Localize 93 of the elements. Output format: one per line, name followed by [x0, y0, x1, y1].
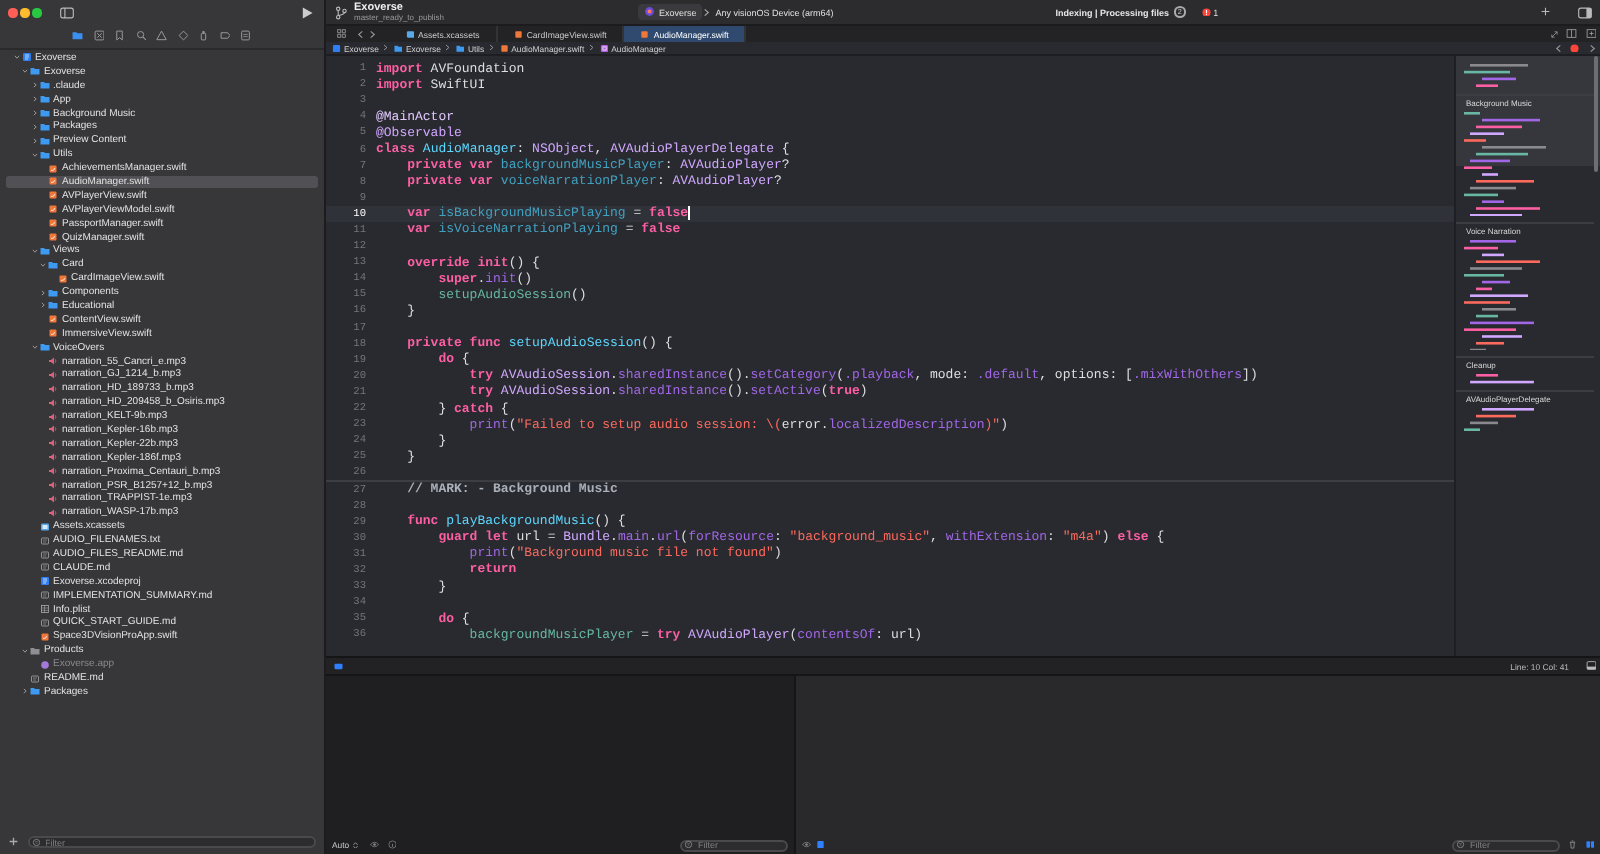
swift-file-icon [48, 190, 58, 201]
document-icon [39, 590, 49, 601]
disclosure-icon[interactable] [31, 123, 38, 130]
swift-file-icon [48, 218, 58, 229]
disclosure-icon[interactable] [22, 647, 29, 654]
table-file-icon [39, 604, 49, 615]
minimap-drawing [1464, 239, 1540, 351]
error-icon [1202, 7, 1212, 17]
project-file-icon [21, 52, 31, 63]
app-icon [39, 659, 49, 670]
minimize-button[interactable] [20, 8, 29, 18]
disclosure-icon[interactable] [22, 68, 29, 75]
output-toggle-icon[interactable] [815, 840, 824, 850]
source-control-icon[interactable] [93, 30, 105, 42]
disclosure-icon[interactable] [40, 289, 47, 296]
disclosure-icon[interactable] [40, 302, 47, 309]
eye-icon[interactable] [370, 840, 380, 850]
class-icon [599, 43, 609, 53]
speaker-icon [48, 438, 58, 449]
app-icon [644, 6, 655, 18]
grid-icon[interactable] [336, 28, 347, 40]
forward-icon[interactable] [368, 29, 377, 39]
search-icon[interactable] [135, 30, 147, 42]
swift-file-icon [48, 328, 58, 339]
disclosure-icon[interactable] [31, 82, 38, 89]
minimap-drawing [1464, 64, 1528, 87]
speaker-icon [48, 383, 58, 394]
forward-icon[interactable] [1587, 43, 1596, 53]
disclosure-icon[interactable] [31, 247, 38, 254]
trash-icon[interactable] [1568, 840, 1577, 850]
breakpoint-icon[interactable] [219, 30, 231, 42]
branch-icon [334, 5, 348, 19]
inspector-toggle-icon[interactable] [1578, 5, 1592, 19]
expand-icon[interactable] [1549, 29, 1558, 39]
close-button[interactable] [8, 8, 17, 18]
add-icon[interactable] [1539, 6, 1550, 18]
swift-file-icon [48, 314, 58, 325]
add-editor-icon[interactable] [1585, 28, 1596, 40]
swift-file-icon [39, 631, 49, 642]
split-panel-icon[interactable] [1585, 840, 1594, 850]
panel-toggle-icon[interactable] [1585, 660, 1596, 672]
swift-file-icon [57, 273, 67, 284]
project-file-icon [332, 43, 341, 53]
speaker-icon [48, 507, 58, 518]
eye-icon[interactable] [802, 840, 811, 850]
disclosure-icon[interactable] [31, 344, 38, 351]
error-icon[interactable] [1570, 43, 1579, 53]
folder-icon[interactable] [72, 30, 84, 42]
warning-icon[interactable] [156, 30, 168, 42]
asset-catalog-icon [405, 29, 414, 39]
speaker-icon [48, 452, 58, 463]
swift-file-icon [48, 204, 58, 215]
folder-icon [39, 342, 49, 353]
document-icon [30, 673, 40, 684]
text-cursor [688, 206, 690, 221]
disclosure-icon[interactable] [31, 96, 38, 103]
document-icon [39, 617, 49, 628]
spray-can-icon[interactable] [198, 30, 210, 42]
disclosure-icon[interactable] [40, 261, 47, 268]
disclosure-icon[interactable] [13, 54, 20, 61]
bookmark-icon[interactable] [114, 30, 126, 42]
project-file-icon [39, 576, 49, 587]
minimap-drawing [1464, 111, 1546, 216]
document-icon [39, 549, 49, 559]
disclosure-icon[interactable] [31, 137, 38, 144]
minimap-drawing [1470, 374, 1534, 385]
speaker-icon [48, 397, 58, 408]
diamond-icon[interactable] [177, 30, 189, 42]
asset-catalog-icon [39, 521, 49, 532]
disclosure-icon[interactable] [22, 688, 29, 695]
document-icon [39, 562, 49, 573]
swift-file-icon [48, 232, 58, 243]
disclosure-icon[interactable] [31, 151, 38, 158]
add-icon[interactable] [8, 836, 19, 848]
back-icon[interactable] [355, 29, 364, 39]
sidebar-toggle-icon[interactable] [60, 6, 74, 20]
report-icon[interactable] [240, 30, 252, 42]
chevron-right-icon [702, 7, 712, 17]
zoom-button[interactable] [32, 8, 41, 18]
up-down-icon [351, 841, 359, 849]
disclosure-icon[interactable] [31, 110, 38, 116]
info-icon[interactable] [387, 840, 397, 850]
minimap-drawing [1464, 408, 1534, 432]
swift-file-icon [640, 29, 650, 39]
folder-icon [30, 686, 40, 697]
back-icon[interactable] [1553, 43, 1562, 53]
speaker-icon [48, 466, 58, 477]
split-editor-icon[interactable] [1566, 28, 1577, 40]
scrollbar-thumb[interactable] [1594, 56, 1598, 172]
run-icon[interactable] [300, 6, 314, 20]
debug-area-toggle-icon[interactable] [334, 661, 343, 671]
folder-icon [30, 645, 40, 656]
document-icon [39, 535, 49, 546]
